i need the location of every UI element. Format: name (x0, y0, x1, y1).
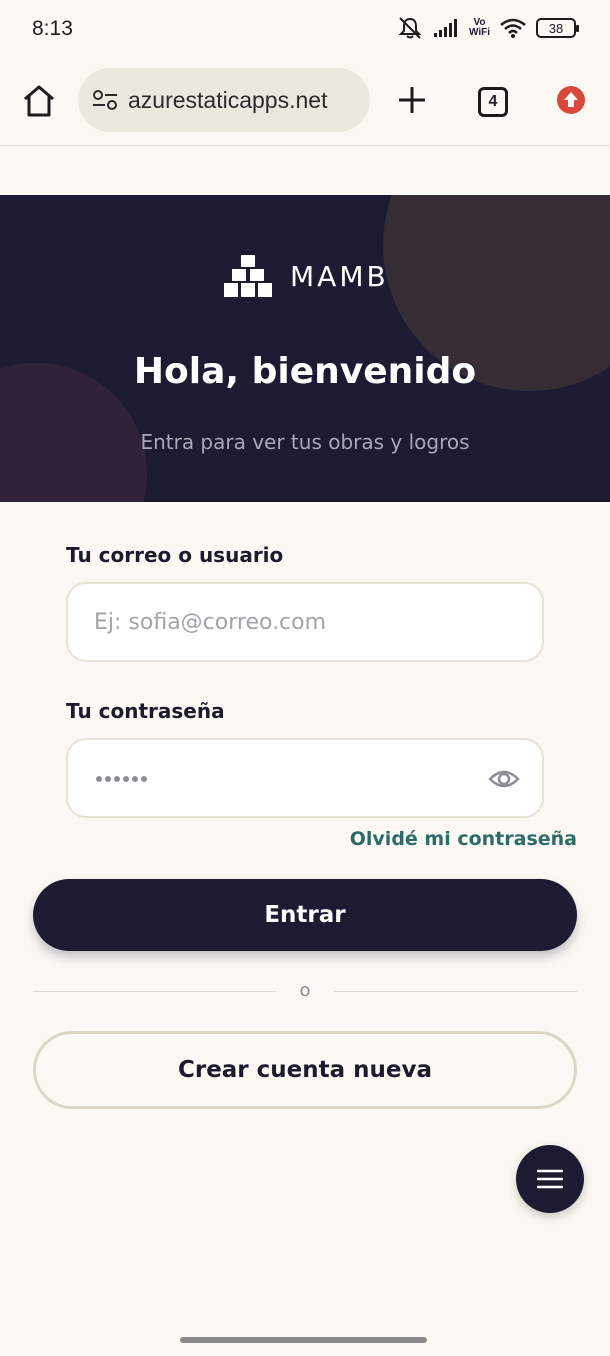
email-label: Tu correo o usuario (66, 543, 284, 567)
forgot-password-link[interactable]: Olvidé mi contraseña (350, 828, 577, 850)
divider-text: o (299, 980, 311, 1001)
password-dot (141, 776, 147, 782)
password-label: Tu contraseña (66, 699, 225, 723)
status-time: 8:13 (32, 17, 73, 40)
hamburger-menu-icon (537, 1169, 563, 1189)
page-subtitle: Entra para ver tus obras y logros (140, 430, 470, 454)
plus-icon[interactable] (396, 84, 428, 116)
site-settings-icon[interactable] (92, 89, 118, 111)
signal-icon (433, 19, 457, 37)
arrow-up-icon[interactable] (557, 86, 585, 114)
home-icon[interactable] (20, 82, 58, 120)
login-page: 8:13 Vo WiFi 38 azurestaticapps.net 4 MA… (0, 0, 610, 1356)
page-title: Hola, bienvenido (133, 351, 477, 392)
password-field-container[interactable] (66, 738, 544, 818)
password-field[interactable] (96, 776, 147, 782)
password-dot (96, 776, 102, 782)
password-dot (123, 776, 129, 782)
password-dot (105, 776, 111, 782)
login-button[interactable]: Entrar (33, 879, 577, 951)
status-icons: Vo WiFi 38 (397, 16, 579, 40)
password-dot (114, 776, 120, 782)
menu-button[interactable] (516, 1145, 584, 1213)
divider-left (33, 991, 276, 992)
bell-muted-icon (398, 17, 422, 39)
building-blocks-icon (224, 255, 272, 297)
password-dot (132, 776, 138, 782)
status-bar: 8:13 Vo WiFi 38 (0, 0, 610, 60)
vowifi-indicator: Vo WiFi (468, 17, 490, 38)
address-bar[interactable]: azurestaticapps.net (78, 68, 370, 132)
gesture-navigation-bar[interactable] (180, 1337, 427, 1343)
url-text: azurestaticapps.net (128, 86, 328, 113)
tab-switcher-button[interactable]: 4 (478, 87, 508, 117)
email-field-container (66, 582, 544, 662)
divider-right (334, 991, 577, 992)
eye-icon[interactable] (488, 764, 520, 794)
brand-name: MAMB (290, 259, 389, 293)
brand-logo: MAMB (224, 255, 389, 297)
hero-banner: MAMB Hola, bienvenido Entra para ver tus… (0, 195, 610, 502)
create-account-button[interactable]: Crear cuenta nueva (33, 1031, 577, 1109)
wifi-icon (500, 18, 526, 38)
battery-indicator: 38 (536, 18, 579, 38)
email-field[interactable] (94, 584, 494, 660)
browser-toolbar: azurestaticapps.net 4 (0, 60, 610, 146)
